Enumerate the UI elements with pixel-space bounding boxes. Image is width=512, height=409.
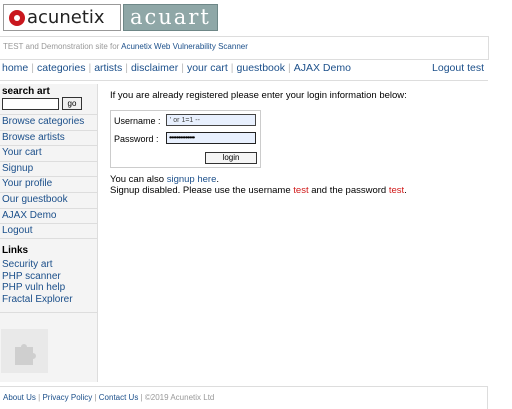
links-list: Security art PHP scanner PHP vuln help F… (2, 259, 73, 306)
puzzle-plugin-icon (15, 344, 36, 365)
tagline-prefix: TEST and Demonstration site for (3, 42, 122, 51)
footer-contact-link[interactable]: Contact Us (99, 393, 139, 402)
menu-home[interactable]: home (2, 62, 28, 74)
username-label: Username : (114, 116, 161, 126)
username-field[interactable]: ' or 1=1 -- (166, 114, 256, 126)
menu-artists[interactable]: artists (94, 62, 122, 74)
disabled-username: test (293, 185, 309, 196)
tagline-bar: TEST and Demonstration site for Acunetix… (0, 36, 489, 60)
tagline: TEST and Demonstration site for Acunetix… (3, 42, 248, 51)
menu-categories[interactable]: categories (37, 62, 85, 74)
login-intro: If you are already registered please ent… (110, 90, 407, 101)
acuart-logo-text: acuart (130, 5, 211, 29)
sidebar-item-signup[interactable]: Signup (0, 160, 97, 177)
menu-separator: | (288, 62, 291, 74)
search-title: search art (2, 86, 50, 97)
footer: About Us | Privacy Policy | Contact Us |… (0, 386, 488, 409)
signup-prefix: You can also (110, 174, 167, 185)
sidebar-divider (0, 312, 97, 313)
signup-link[interactable]: signup here (167, 174, 217, 185)
menu-separator: | (31, 62, 34, 74)
sidebar-item-guestbook[interactable]: Our guestbook (0, 191, 97, 208)
disabled-mid: and the password (308, 185, 389, 196)
sidebar-item-browse-artists[interactable]: Browse artists (0, 129, 97, 146)
signup-line: You can also signup here. (110, 174, 219, 185)
sidebar-item-browse-categories[interactable]: Browse categories (0, 114, 97, 130)
acunetix-logo: acunetix (3, 4, 121, 31)
top-menu: home | categories | artists | disclaimer | your … (0, 60, 488, 82)
sidebar-nav: Browse categories Browse artists Your ca… (0, 114, 97, 239)
menu-guestbook[interactable]: guestbook (237, 62, 285, 74)
menu-separator: | (88, 62, 92, 74)
link-fractal-explorer[interactable]: Fractal Explorer (2, 294, 73, 306)
password-label: Password : (114, 134, 159, 144)
login-button[interactable]: login (205, 152, 257, 164)
search-go-button[interactable]: go (62, 97, 82, 110)
signup-suffix: . (216, 174, 219, 185)
plugin-placeholder (1, 329, 48, 373)
acunetix-logo-icon (9, 10, 25, 26)
link-php-scanner[interactable]: PHP scanner (2, 271, 73, 283)
footer-privacy-link[interactable]: Privacy Policy (42, 393, 92, 402)
disabled-prefix: Signup disabled. Please use the username (110, 185, 294, 196)
link-php-vuln-help[interactable]: PHP vuln help (2, 282, 73, 294)
disabled-suffix: . (404, 185, 407, 196)
signup-disabled-note: Signup disabled. Please use the username… (110, 185, 407, 196)
site-logo[interactable]: acunetix acuart (3, 4, 218, 31)
menu-divider (0, 80, 488, 81)
sidebar-item-your-profile[interactable]: Your profile (0, 176, 97, 192)
sidebar-item-logout[interactable]: Logout (0, 223, 97, 239)
login-form: Username : ' or 1=1 -- Password : ••••••… (110, 110, 261, 168)
search-input[interactable] (2, 98, 59, 110)
password-field[interactable]: •••••••••••••• (166, 132, 256, 144)
footer-divider (487, 387, 488, 409)
menu-separator: | (125, 62, 128, 74)
footer-copyright: ©2019 Acunetix Ltd (144, 393, 215, 402)
link-security-art[interactable]: Security art (2, 259, 73, 271)
menu-separator: | (181, 62, 184, 74)
links-title: Links (2, 245, 29, 256)
menu-disclaimer[interactable]: disclaimer (131, 62, 178, 74)
footer-links: About Us | Privacy Policy | Contact Us |… (3, 393, 214, 402)
acuart-logo: acuart (123, 4, 218, 31)
tagline-link[interactable]: Acunetix Web Vulnerability Scanner (121, 42, 248, 51)
sidebar-item-your-cart[interactable]: Your cart (0, 145, 97, 161)
menu-ajax-demo[interactable]: AJAX Demo (294, 62, 351, 74)
disabled-password: test (388, 185, 405, 196)
acunetix-logo-text: acunetix (27, 7, 105, 28)
sidebar-item-ajax-demo[interactable]: AJAX Demo (0, 207, 97, 224)
footer-about-link[interactable]: About Us (3, 393, 36, 402)
menu-separator: | (230, 62, 234, 74)
menu-your-cart[interactable]: your cart (187, 62, 228, 74)
menu-logout[interactable]: Logout test (432, 62, 484, 74)
sidebar: search art go Browse categories Browse a… (0, 84, 98, 382)
menu-items: home | categories | artists | disclaimer | your … (2, 62, 351, 74)
